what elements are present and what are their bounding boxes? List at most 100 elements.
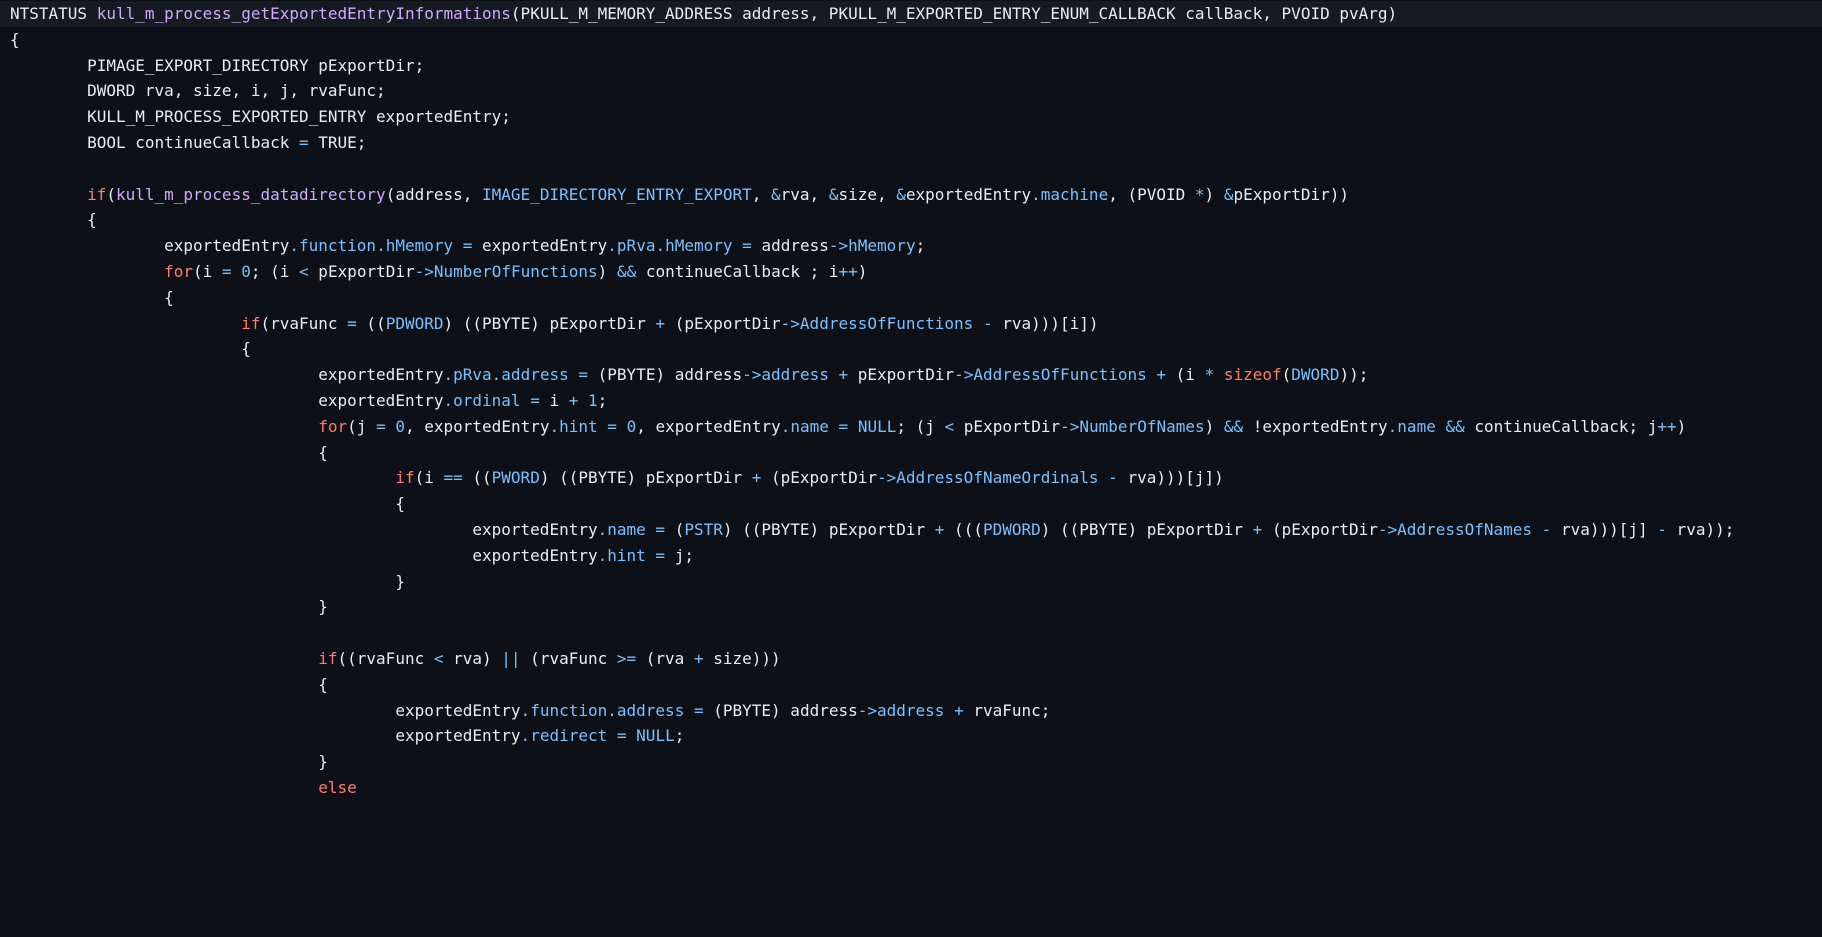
code-token: else — [318, 778, 357, 797]
code-token: DWORD rva, size, i, j, rvaFunc; — [87, 81, 386, 101]
code-token: (pExportDir — [1262, 520, 1378, 539]
code-token: = — [607, 416, 617, 436]
code-token: * — [1204, 365, 1215, 385]
code-token: pRva — [616, 236, 656, 256]
code-token: && — [616, 262, 637, 281]
code-token: hint — [607, 545, 646, 565]
code-token: . — [443, 391, 454, 410]
code-line: { — [0, 207, 1822, 233]
code-token: NULL — [636, 726, 675, 746]
code-token: = — [221, 262, 232, 281]
code-token: -> — [876, 468, 897, 488]
code-token: j; — [665, 545, 694, 565]
code-token: ordinal — [453, 391, 521, 410]
code-token: ) — [857, 262, 868, 281]
code-token: ) — [1204, 416, 1224, 436]
code-token: pExportDir — [308, 262, 415, 281]
code-token: ((( — [944, 520, 983, 539]
code-token: (i — [414, 468, 444, 488]
code-token: (rvaFunc — [520, 649, 617, 668]
code-token: . — [597, 545, 608, 565]
code-token: sizeof — [1223, 365, 1282, 385]
code-token: -> — [857, 700, 877, 720]
code-token: ) — [597, 262, 617, 281]
code-token: ( — [1281, 365, 1292, 385]
code-token: AddressOfFunctions — [799, 313, 974, 333]
code-token: PDWORD — [385, 313, 444, 333]
code-token: == — [443, 468, 463, 488]
code-token: BOOL continueCallback — [87, 133, 299, 152]
code-token: ; — [597, 391, 608, 410]
code-token: exportedEntry — [164, 236, 290, 256]
code-token: 1 — [588, 391, 598, 410]
code-token: DWORD — [1291, 365, 1340, 385]
code-token: { — [395, 494, 405, 514]
code-line: exportedEntry.function.address = (PBYTE)… — [0, 698, 1822, 724]
code-viewer[interactable]: NTSTATUS kull_m_process_getExportedEntry… — [0, 0, 1822, 937]
code-token: = — [616, 726, 627, 746]
code-token: . — [1387, 416, 1398, 436]
code-line: if((rvaFunc < rva) || (rvaFunc >= (rva +… — [0, 646, 1822, 672]
code-token: rva)); — [1666, 520, 1735, 539]
code-token: if — [241, 313, 261, 333]
code-token: } — [395, 571, 405, 591]
code-token: & — [1223, 184, 1234, 204]
code-token: . — [491, 365, 502, 385]
code-token: (PKULL_M_MEMORY_ADDRESS address, PKULL_M… — [510, 4, 1398, 23]
code-token: . — [520, 700, 531, 720]
code-token: exportedEntry — [472, 545, 598, 565]
code-token: && — [1445, 416, 1465, 436]
code-token: function — [299, 236, 377, 256]
code-token: (i — [1166, 365, 1205, 385]
code-token: pExportDir — [954, 416, 1061, 436]
code-token: , exportedEntry — [404, 416, 550, 436]
code-token: ) ((PBYTE) pExportDir — [722, 520, 935, 539]
code-token: for — [164, 262, 194, 281]
code-token: (rvaFunc — [260, 313, 348, 333]
code-token: -> — [1377, 520, 1398, 539]
code-token: exportedEntry — [472, 236, 608, 256]
code-token: . — [607, 236, 617, 256]
code-line: { — [0, 27, 1822, 53]
code-token: , (PVOID — [1108, 184, 1195, 204]
code-token: (( — [462, 468, 492, 488]
code-line: if(i == ((PWORD) ((PBYTE) pExportDir + (… — [0, 465, 1822, 491]
code-token: (pExportDir — [665, 313, 781, 333]
code-token: } — [318, 752, 328, 772]
code-token: - — [982, 313, 993, 333]
code-token: kull_m_process_datadirectory — [115, 184, 386, 204]
code-token: NULL — [857, 416, 897, 436]
code-token: = — [655, 545, 666, 565]
code-token: hMemory — [385, 236, 454, 256]
code-token: { — [87, 210, 97, 230]
code-token: !exportedEntry — [1243, 416, 1388, 436]
code-token: . — [520, 726, 531, 746]
code-token: . — [655, 236, 666, 256]
code-token: i — [539, 391, 569, 410]
code-token: (PBYTE) address — [588, 365, 743, 385]
code-token: IMAGE_DIRECTORY_ENTRY_EXPORT — [482, 184, 752, 204]
code-token: ++ — [1657, 416, 1677, 436]
code-token: NTSTATUS — [10, 4, 97, 23]
code-token: PSTR — [684, 520, 723, 539]
code-token: exportedEntry — [395, 700, 521, 720]
code-token: size, — [838, 184, 897, 204]
code-line: BOOL continueCallback = TRUE; — [0, 130, 1822, 156]
